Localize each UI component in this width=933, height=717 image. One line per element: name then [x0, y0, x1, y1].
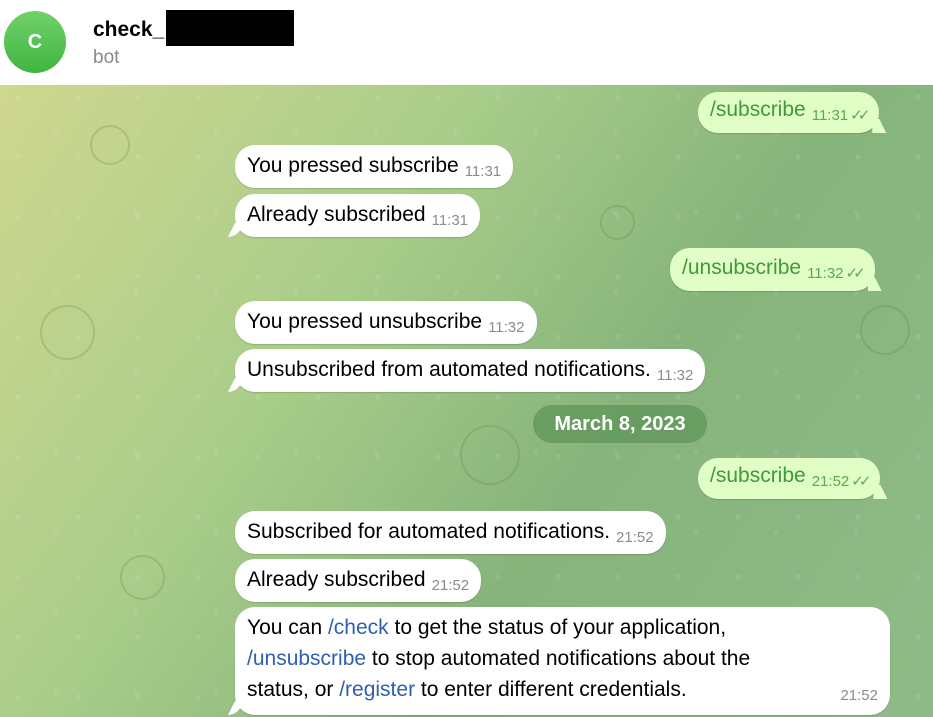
incoming-message-help[interactable]: You can /check to get the status of your…: [235, 607, 890, 715]
message-text: You pressed unsubscribe: [247, 310, 483, 333]
background-doodle: [600, 205, 635, 240]
chat-header: C check_ bot: [0, 0, 933, 85]
message-text: /subscribe: [710, 98, 806, 121]
message-time: 21:52: [616, 529, 654, 546]
message-time: 11:32: [656, 367, 694, 384]
message-time: 21:52: [811, 473, 850, 490]
message-text: to get the status of your application,: [388, 616, 727, 639]
message-time: 21:52: [431, 577, 470, 594]
background-doodle: [40, 305, 95, 360]
outgoing-message[interactable]: /subscribe 21:52 ✓✓: [698, 458, 881, 499]
message-text: Already subscribed: [247, 568, 426, 591]
date-separator: March 8, 2023: [533, 405, 707, 443]
message-time: 11:31: [431, 212, 469, 229]
message-text: /unsubscribe: [682, 256, 802, 279]
message-time: 11:32: [807, 265, 844, 282]
background-doodle: [120, 555, 165, 600]
message-text: /subscribe: [710, 464, 806, 487]
bot-avatar[interactable]: C: [4, 11, 66, 73]
unsubscribe-command-link[interactable]: /unsubscribe: [247, 647, 366, 670]
message-text: Already subscribed: [247, 203, 426, 226]
incoming-message[interactable]: You pressed subscribe 11:31: [235, 145, 514, 188]
message-time: 11:31: [464, 163, 502, 180]
incoming-message[interactable]: Subscribed for automated notifications. 2…: [235, 511, 666, 554]
background-doodle: [90, 125, 130, 165]
message-text: You pressed subscribe: [247, 154, 459, 177]
message-time: 21:52: [840, 687, 878, 704]
read-checkmarks-icon: ✓✓: [851, 473, 871, 490]
message-text: Unsubscribed from automated notification…: [247, 358, 651, 381]
chat-title[interactable]: check_: [93, 10, 295, 46]
incoming-message[interactable]: Unsubscribed from automated notification…: [235, 349, 706, 392]
register-command-link[interactable]: /register: [339, 678, 415, 701]
message-text: You can: [247, 616, 328, 639]
message-list[interactable]: /subscribe 11:31 ✓✓ You pressed subscribe 1…: [0, 85, 933, 717]
background-doodle: [460, 425, 520, 485]
incoming-message[interactable]: You pressed unsubscribe 11:32: [235, 301, 537, 344]
check-command-link[interactable]: /check: [328, 616, 389, 639]
message-time: 11:31: [811, 107, 849, 124]
message-time: 11:32: [488, 319, 525, 336]
redaction-box: [166, 10, 295, 46]
chat-subtitle: bot: [93, 47, 120, 68]
incoming-message[interactable]: Already subscribed 11:31: [235, 194, 481, 237]
message-text: to enter different credentials.: [415, 678, 687, 701]
read-checkmarks-icon: ✓✓: [845, 265, 866, 282]
background-doodle: [860, 305, 910, 355]
read-checkmarks-icon: ✓✓: [850, 107, 870, 124]
incoming-message[interactable]: Already subscribed 21:52: [235, 559, 482, 602]
outgoing-message[interactable]: /unsubscribe 11:32 ✓✓: [670, 248, 875, 291]
chat-title-text: check_: [93, 17, 165, 41]
message-text: Subscribed for automated notifications.: [247, 520, 611, 543]
outgoing-message[interactable]: /subscribe 11:31 ✓✓: [698, 92, 880, 133]
